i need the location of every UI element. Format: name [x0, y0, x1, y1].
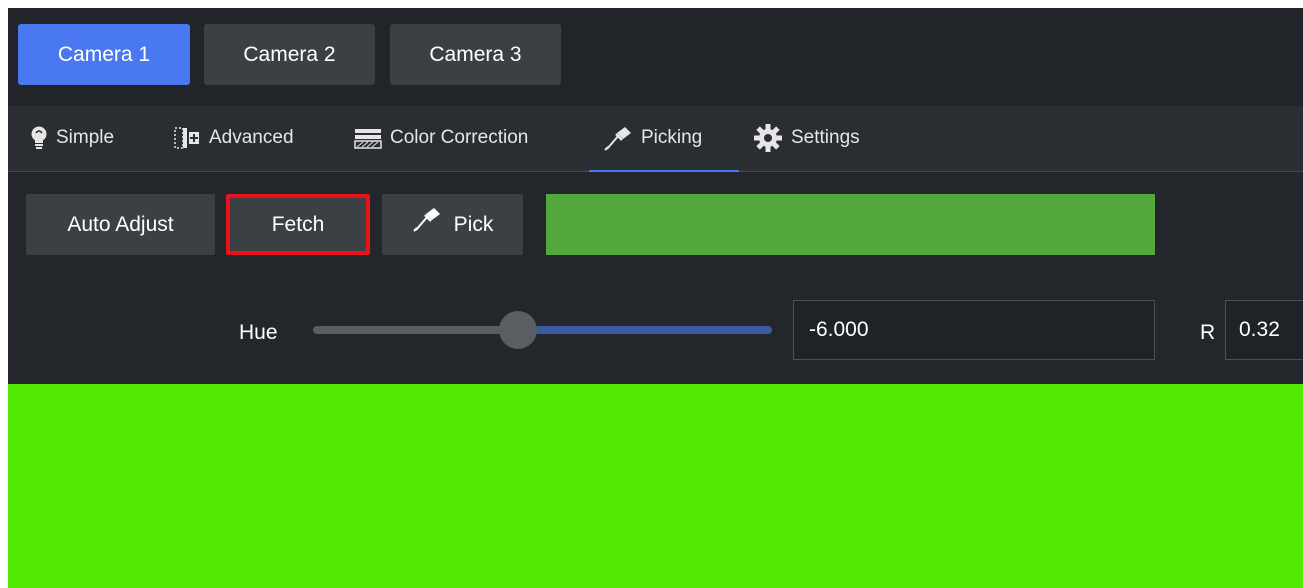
r-label: R — [1200, 321, 1216, 344]
camera-1-button[interactable]: Camera 1 — [18, 24, 190, 85]
pick-button-label: Pick — [453, 213, 494, 236]
auto-adjust-button[interactable]: Auto Adjust — [26, 194, 215, 255]
tab-advanced-label: Advanced — [209, 127, 294, 148]
tab-color-correction-label: Color Correction — [390, 127, 529, 148]
camera-2-button[interactable]: Camera 2 — [204, 24, 375, 85]
tab-bar: Simple Advanced Color Correction Picking… — [8, 106, 1303, 172]
color-correction-icon — [354, 126, 382, 150]
active-tab-underline — [589, 170, 739, 172]
tab-advanced[interactable]: Advanced — [173, 106, 294, 171]
eyedropper-icon — [603, 125, 633, 151]
camera-preview[interactable] — [8, 384, 1303, 588]
pick-button[interactable]: Pick — [382, 194, 523, 255]
hue-value-input[interactable]: -6.000 — [793, 300, 1155, 360]
tab-color-correction[interactable]: Color Correction — [354, 106, 528, 171]
camera-bar: Camera 1 Camera 2 Camera 3 — [8, 8, 1303, 106]
gear-icon — [753, 123, 783, 153]
hue-slider-track-filled[interactable] — [313, 326, 518, 334]
hue-label: Hue — [239, 321, 278, 344]
advanced-icon — [173, 126, 201, 150]
tab-simple-label: Simple — [56, 127, 115, 148]
hue-slider-thumb[interactable] — [499, 311, 537, 349]
lightbulb-icon — [30, 126, 48, 150]
tab-simple[interactable]: Simple — [30, 106, 114, 171]
eyedropper-icon — [412, 195, 442, 256]
tab-settings[interactable]: Settings — [753, 106, 860, 171]
fetch-button[interactable]: Fetch — [226, 194, 370, 255]
tab-settings-label: Settings — [791, 127, 860, 148]
tab-picking[interactable]: Picking — [589, 106, 739, 172]
app-window: Camera 1 Camera 2 Camera 3 Simple Advanc… — [8, 8, 1303, 588]
tab-picking-label: Picking — [641, 127, 703, 148]
r-value-input[interactable]: 0.32 — [1225, 300, 1303, 360]
hue-slider-track[interactable] — [518, 326, 772, 334]
picked-color-swatch — [546, 194, 1155, 255]
camera-3-button[interactable]: Camera 3 — [390, 24, 561, 85]
